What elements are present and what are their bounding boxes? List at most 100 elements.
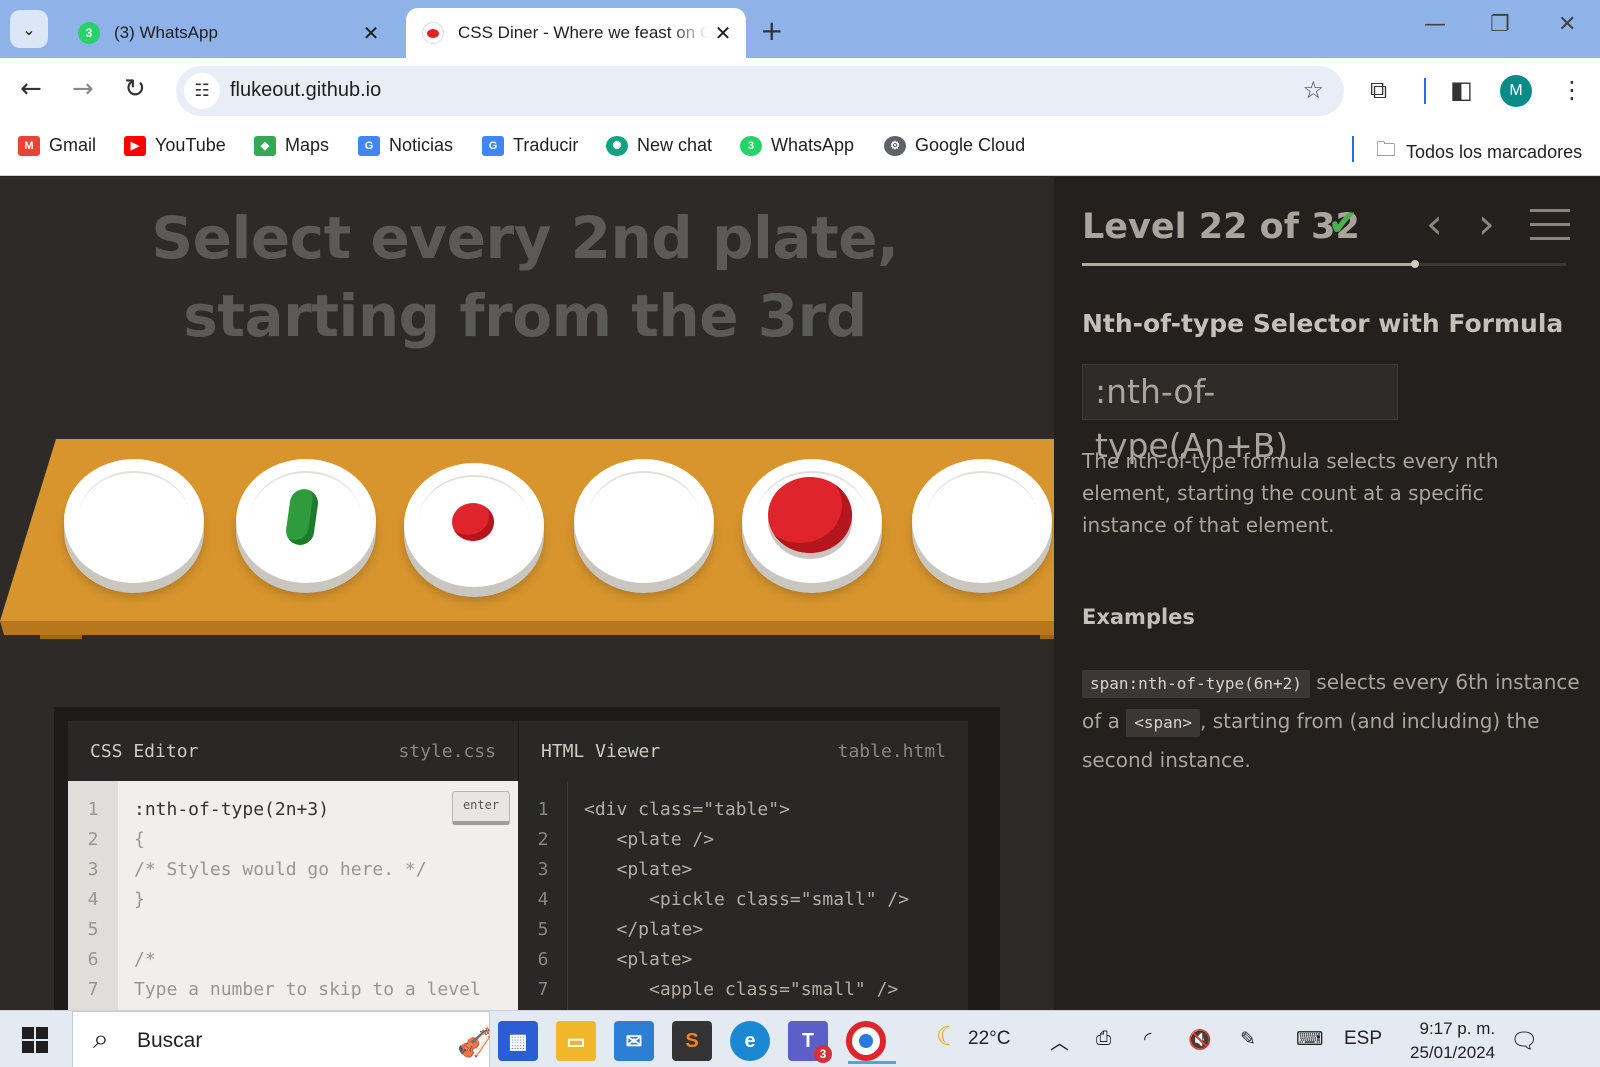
progress-fill <box>1082 263 1415 266</box>
forward-icon[interactable]: → <box>72 74 94 104</box>
level-menu-icon[interactable] <box>1530 209 1570 251</box>
bookmark-label: Todos los marcadores <box>1406 141 1583 162</box>
edge-icon[interactable]: e <box>730 1021 770 1061</box>
next-level-icon[interactable]: › <box>1478 199 1495 248</box>
plate[interactable] <box>574 459 714 583</box>
cloud-icon: ⚙ <box>884 135 906 156</box>
tray-chevron-icon[interactable]: ︿ <box>1050 1028 1069 1055</box>
tab-title: (3) WhatsApp <box>114 23 218 42</box>
sublime-text-icon[interactable]: S <box>672 1021 712 1061</box>
enter-button[interactable]: enter <box>452 791 510 825</box>
bookmark-traducir[interactable]: G Traducir <box>482 135 578 156</box>
html-line[interactable]: <plate /> <box>584 829 715 850</box>
bookmark-whatsapp[interactable]: 3 WhatsApp <box>740 135 854 156</box>
line-number: 2 <box>537 829 549 850</box>
apple[interactable] <box>768 477 852 553</box>
pickle[interactable] <box>284 487 320 547</box>
taskbar-search[interactable]: ⌕ Buscar 🎻 <box>72 1011 492 1067</box>
bookmark-google-cloud[interactable]: ⚙ Google Cloud <box>884 135 1025 156</box>
restore-icon[interactable]: ❐ <box>1490 12 1510 37</box>
maps-icon: ◆ <box>254 135 276 156</box>
close-window-icon[interactable]: ✕ <box>1558 12 1576 37</box>
chrome-icon[interactable] <box>846 1021 896 1064</box>
volume-muted-icon[interactable]: 🔇 <box>1188 1028 1212 1052</box>
previous-level-icon[interactable]: ‹ <box>1426 199 1443 248</box>
tab-css-diner[interactable]: CSS Diner - Where we feast on CSS Select… <box>406 8 746 58</box>
input-language[interactable]: ESP <box>1344 1028 1382 1050</box>
back-icon[interactable]: ← <box>20 74 42 104</box>
plate[interactable] <box>236 459 376 583</box>
whatsapp-icon: 3 <box>740 135 762 156</box>
system-clock[interactable]: 9:17 p. m. 25/01/2024 <box>1410 1017 1495 1065</box>
notifications-icon[interactable]: 🗨 <box>1510 1028 1538 1054</box>
small-apple[interactable] <box>452 503 494 541</box>
line-number: 1 <box>87 799 99 820</box>
game-area: Select every 2nd plate, starting from th… <box>0 177 1120 1010</box>
bookmark-gmail[interactable]: M Gmail <box>18 135 96 156</box>
bookmark-label: Traducir <box>513 135 579 155</box>
teams-icon[interactable]: T 3 <box>788 1021 832 1063</box>
html-viewer-filename: table.html <box>837 741 946 762</box>
bookmark-label: Noticias <box>389 135 454 155</box>
html-viewer-title: HTML Viewer <box>541 741 661 762</box>
new-tab-button[interactable]: + <box>760 14 783 47</box>
bookmark-new-chat[interactable]: ✺ New chat <box>606 135 712 156</box>
tab-search-button[interactable]: ⌄ <box>10 10 48 48</box>
plate[interactable] <box>912 459 1052 583</box>
plate[interactable] <box>64 459 204 583</box>
html-line[interactable]: </plate> <box>584 919 704 940</box>
file-explorer-icon[interactable]: ▭ <box>556 1021 596 1061</box>
code-line: /* Styles would go here. */ <box>134 859 427 880</box>
more-menu-icon[interactable]: ⋮ <box>1560 76 1584 104</box>
tab-title: CSS Diner - Where we feast on CSS Select… <box>458 23 708 42</box>
html-line[interactable]: <apple class="small" /> <box>584 979 898 1000</box>
bookmark-noticias[interactable]: G Noticias <box>358 135 453 156</box>
close-tab-icon[interactable]: ✕ <box>708 21 738 46</box>
bookmark-label: WhatsApp <box>771 135 855 155</box>
chevron-down-icon: ⌄ <box>22 19 36 39</box>
windows-start-icon[interactable] <box>22 1027 48 1053</box>
bookmark-star-icon[interactable]: ☆ <box>1302 76 1324 104</box>
css-editor[interactable]: 1 2 3 4 5 6 7 { /* Styles would go here.… <box>68 781 518 1010</box>
touch-keyboard-icon[interactable]: ⌨ <box>1296 1028 1323 1051</box>
line-number: 6 <box>87 949 99 970</box>
tab-whatsapp[interactable]: 3 (3) WhatsApp ✕ <box>62 8 394 58</box>
line-number: 4 <box>87 889 99 910</box>
css-selector-input[interactable] <box>134 795 434 823</box>
html-viewer-header: HTML Viewer table.html <box>518 721 968 781</box>
pen-icon[interactable]: ✎ <box>1240 1028 1256 1051</box>
line-number: 1 <box>537 799 549 820</box>
html-line[interactable]: <div class="table"> <box>584 799 790 820</box>
all-bookmarks-folder[interactable]: 🗀 Todos los marcadores <box>1376 135 1582 169</box>
selector-syntax: :nth-of-type(An+B) <box>1082 364 1398 465</box>
mail-icon[interactable]: ✉ <box>614 1021 654 1061</box>
html-line[interactable]: <plate> <box>584 859 693 880</box>
reload-icon[interactable]: ↻ <box>124 74 146 104</box>
page-content: Select every 2nd plate, starting from th… <box>0 177 1600 1010</box>
close-tab-icon[interactable]: ✕ <box>356 21 386 46</box>
gmail-icon: M <box>18 135 40 156</box>
extensions-icon[interactable]: ⧉ <box>1370 76 1387 104</box>
bookmark-youtube[interactable]: ▶ YouTube <box>124 135 226 156</box>
wifi-icon[interactable]: ◜ <box>1144 1028 1151 1051</box>
code-line: Type a number to skip to a level <box>134 979 481 1000</box>
weather-temp[interactable]: 22°C <box>968 1028 1010 1050</box>
minimize-icon[interactable]: — <box>1424 12 1446 37</box>
level-indicator: Level 22 of 32 <box>1082 207 1360 247</box>
bookmark-maps[interactable]: ◆ Maps <box>254 135 329 156</box>
html-line[interactable]: <pickle class="small" /> <box>584 889 909 910</box>
line-number: 7 <box>87 979 99 1000</box>
site-info-icon[interactable]: ☷ <box>184 73 220 109</box>
profile-avatar[interactable]: M <box>1500 75 1532 107</box>
meet-now-icon[interactable]: ⎙ <box>1096 1028 1111 1050</box>
progress-marker <box>1410 260 1419 268</box>
plate[interactable] <box>742 459 882 583</box>
store-icon[interactable]: ▦ <box>498 1021 538 1061</box>
plate[interactable] <box>404 463 544 587</box>
line-number: 3 <box>87 859 99 880</box>
address-bar[interactable]: ☷ flukeout.github.io ☆ <box>176 66 1344 116</box>
html-line[interactable]: <plate> <box>584 949 693 970</box>
moon-weather-icon: ☾ <box>936 1021 960 1051</box>
side-panel-icon[interactable]: ◧ <box>1450 76 1473 104</box>
line-number: 6 <box>537 949 549 970</box>
